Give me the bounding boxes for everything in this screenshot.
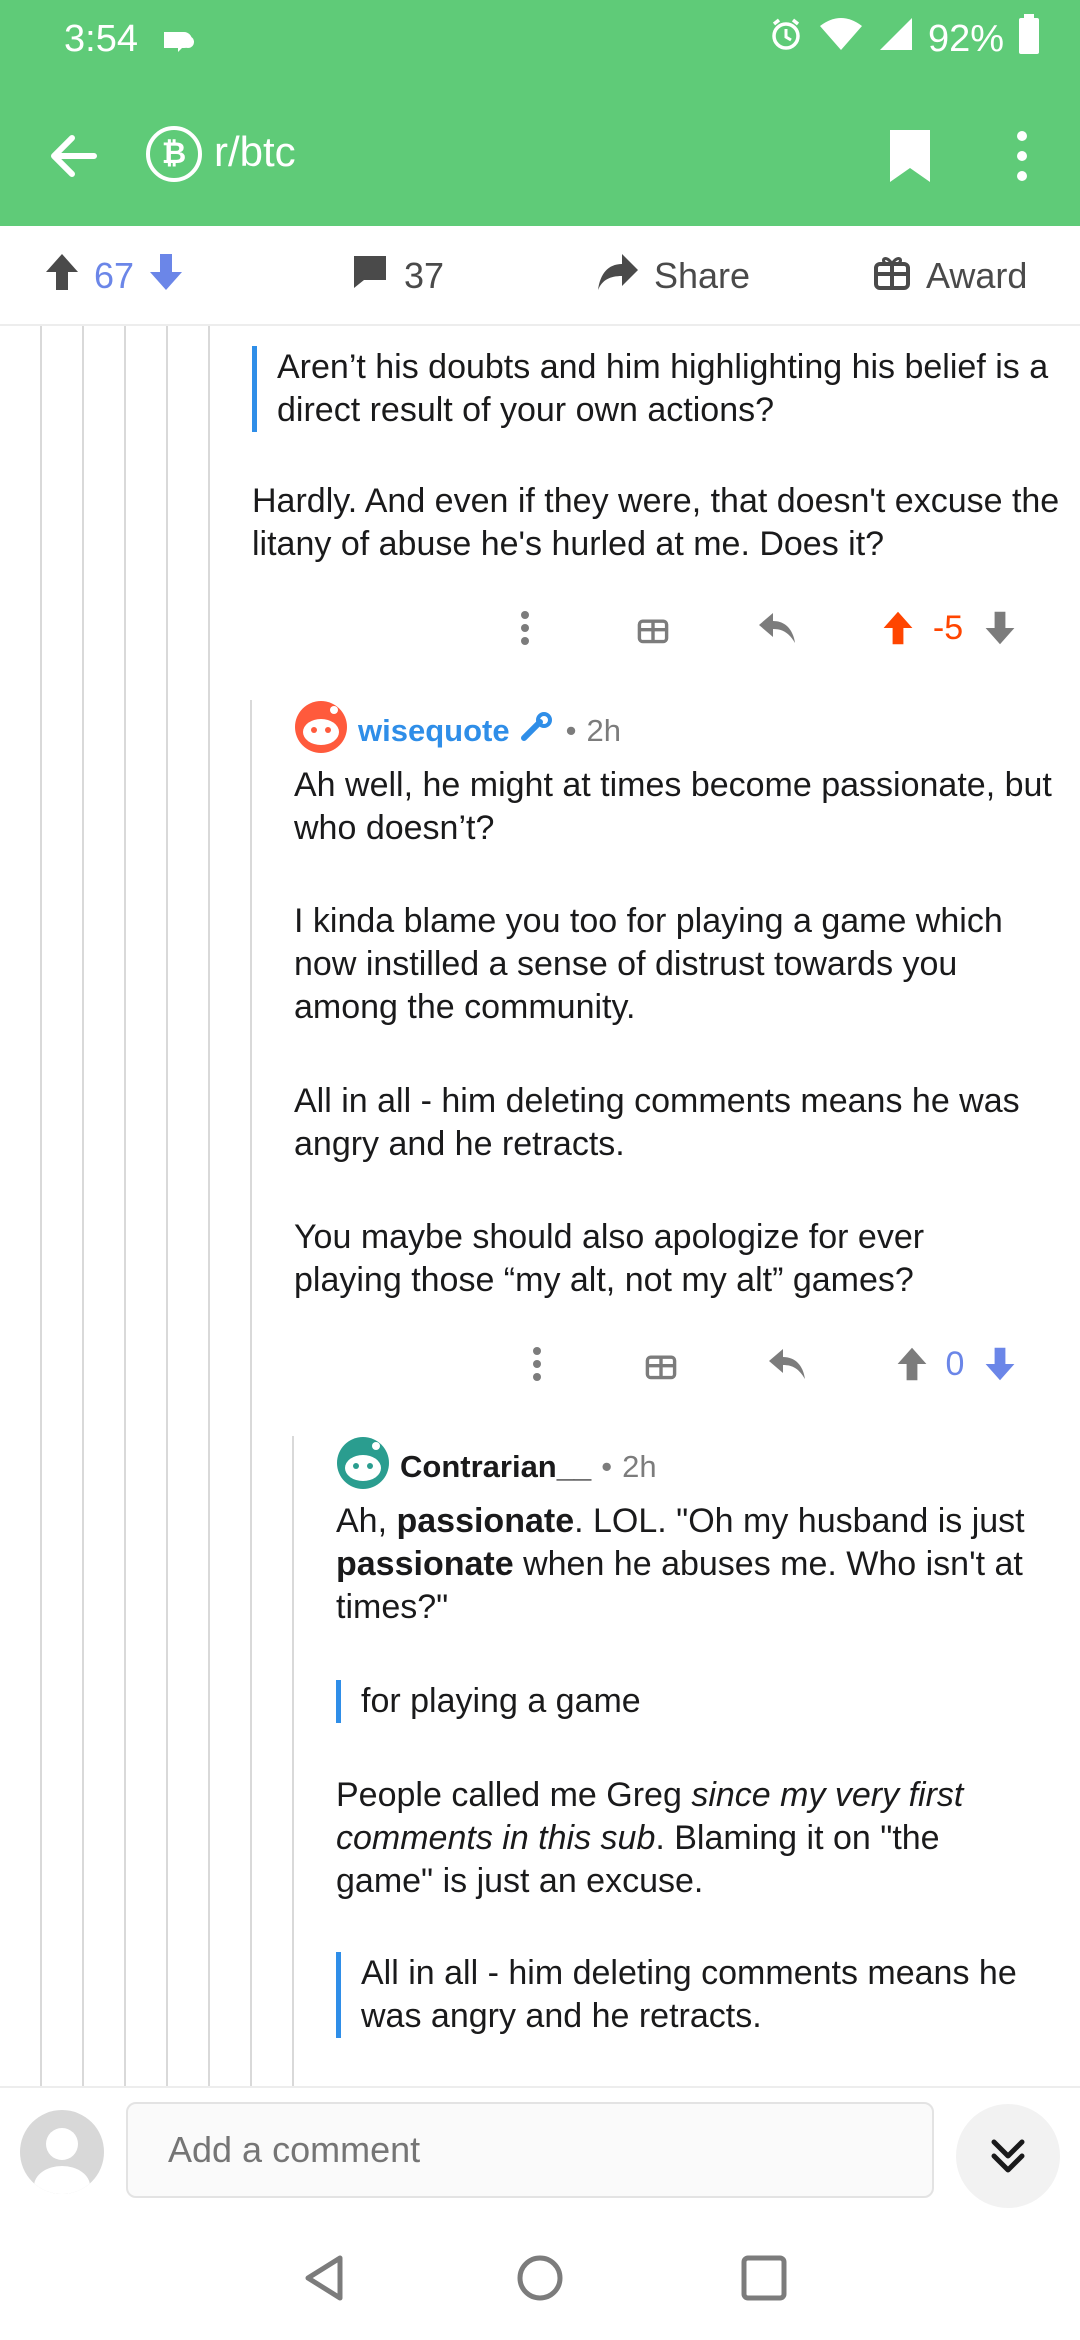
gift-icon[interactable]: [628, 598, 678, 658]
gamepad-notification-icon: [160, 26, 200, 61]
nav-home-icon[interactable]: [510, 2248, 570, 2308]
thread-line[interactable]: [124, 326, 126, 2086]
award-button[interactable]: Award: [872, 226, 1027, 326]
post-action-bar: 67 37 Share Award: [0, 226, 1080, 326]
top-bar: 3:54 92% ₿ r/btc: [0, 0, 1080, 226]
system-nav-bar: [0, 2216, 1080, 2340]
bitcoin-icon[interactable]: ₿: [146, 126, 202, 182]
comment-score: 0: [945, 1344, 965, 1383]
snoo-avatar[interactable]: [294, 700, 348, 762]
subreddit-title[interactable]: r/btc: [214, 128, 296, 176]
thread-line[interactable]: [292, 1436, 294, 2086]
moderator-wrench-icon: [520, 712, 556, 750]
quoted-text: for playing a game: [336, 1680, 1036, 1723]
downvote-arrow-icon[interactable]: [148, 252, 184, 301]
add-comment-input[interactable]: [126, 2102, 934, 2198]
reply-icon[interactable]: [752, 598, 802, 658]
downvote-arrow-icon[interactable]: [980, 1334, 1020, 1394]
thread-line[interactable]: [166, 326, 168, 2086]
gift-icon[interactable]: [636, 1334, 686, 1394]
comment-actions: 0: [494, 1334, 1054, 1394]
signal-icon: [878, 16, 914, 62]
text-run: People called me Greg: [336, 1776, 692, 1814]
bold-text: passionate: [396, 1502, 575, 1540]
quoted-text: All in all - him deleting comments means…: [336, 1952, 1056, 2038]
more-vertical-icon[interactable]: [522, 1334, 552, 1394]
comment-time: 2h: [622, 1449, 657, 1484]
comment-paragraph: All in all - him deleting comments means…: [294, 1082, 1020, 1163]
thread-line[interactable]: [250, 700, 252, 2086]
reply-icon[interactable]: [762, 1334, 812, 1394]
comments-count-button[interactable]: 37: [350, 226, 444, 326]
battery-percent: 92%: [927, 17, 1004, 60]
nav-recents-icon[interactable]: [734, 2248, 794, 2308]
thread-line[interactable]: [82, 326, 84, 2086]
more-vertical-icon[interactable]: [1000, 124, 1044, 188]
app-bar: ₿ r/btc: [0, 110, 1080, 200]
comment-paragraph: I kinda blame you too for playing a game…: [294, 902, 1003, 1026]
comment-paragraph: Ah, passionate. LOL. "Oh my husband is j…: [336, 1500, 1066, 1629]
status-bar: 3:54 92%: [0, 0, 1080, 84]
text-run: Ah,: [336, 1502, 397, 1540]
comment-paragraph: Ah well, he might at times become passio…: [294, 766, 1052, 847]
wifi-icon: [818, 16, 864, 62]
bookmark-icon[interactable]: [880, 124, 940, 188]
comment-username[interactable]: wisequote: [358, 713, 510, 749]
comment-paragraph: You maybe should also apologize for ever…: [294, 1218, 925, 1299]
comment-compose-bar: [0, 2086, 1080, 2216]
thread-line[interactable]: [208, 326, 210, 2086]
comment-score: -5: [932, 608, 964, 647]
upvote-arrow-icon[interactable]: [44, 252, 80, 301]
comment-author-row: wisequote • 2h: [294, 700, 621, 762]
more-vertical-icon[interactable]: [510, 598, 540, 658]
status-right: 92%: [768, 14, 1040, 64]
gift-icon: [872, 252, 912, 301]
share-arrow-icon: [596, 252, 640, 301]
post-score: 67: [94, 255, 135, 296]
nav-back-icon[interactable]: [296, 2248, 356, 2308]
text-run: . LOL. "Oh my husband is just: [574, 1502, 1025, 1540]
comment-body: Hardly. And even if they were, that does…: [252, 482, 1060, 563]
post-vote: 67: [44, 226, 184, 326]
award-label: Award: [926, 255, 1028, 296]
comment-time: 2h: [586, 713, 621, 748]
thread-line[interactable]: [40, 326, 42, 2086]
comment-actions: -5: [480, 598, 1040, 658]
comments-count: 37: [404, 255, 445, 296]
comment-dot: •: [601, 1449, 613, 1484]
upvote-arrow-icon[interactable]: [878, 598, 918, 658]
comment-dot: •: [565, 713, 577, 748]
share-label: Share: [654, 255, 751, 296]
back-arrow-icon[interactable]: [44, 126, 104, 186]
double-chevron-down-icon[interactable]: [956, 2104, 1060, 2208]
comment-author-row: Contrarian__ • 2h: [336, 1436, 657, 1498]
bold-text: passionate: [336, 1545, 514, 1583]
upvote-arrow-icon[interactable]: [892, 1334, 932, 1394]
comment-username[interactable]: Contrarian__: [400, 1449, 591, 1485]
quoted-text: Aren’t his doubts and him highlighting h…: [252, 346, 1062, 432]
snoo-avatar[interactable]: [336, 1436, 390, 1498]
alarm-icon: [768, 16, 804, 62]
comment-bubble-icon: [350, 252, 390, 301]
downvote-arrow-icon[interactable]: [980, 598, 1020, 658]
battery-icon: [1018, 14, 1040, 64]
comment-paragraph: People called me Greg since my very firs…: [336, 1774, 1036, 1903]
share-button[interactable]: Share: [596, 226, 750, 326]
user-avatar[interactable]: [20, 2110, 104, 2194]
status-time: 3:54: [64, 18, 138, 60]
